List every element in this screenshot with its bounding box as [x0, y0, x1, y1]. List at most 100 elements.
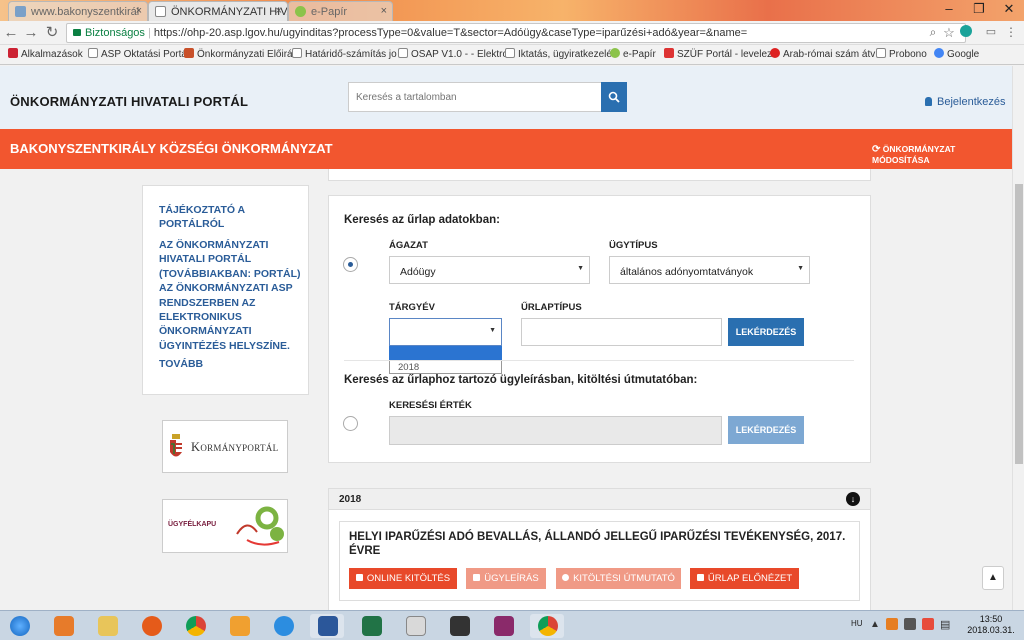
arrow-down-circle-icon[interactable]: ↓	[846, 492, 860, 506]
info-panel: TÁJÉKOZTATÓ A PORTÁLRÓL AZ ÖNKORMÁNYZATI…	[142, 185, 309, 395]
bookmark-item[interactable]: Önkormányzati Előirá	[184, 48, 293, 60]
close-window-icon[interactable]: ✕	[994, 0, 1024, 20]
top-panel-edge	[328, 169, 871, 181]
profile-icon[interactable]	[957, 24, 975, 41]
clock-date: 2018.03.31.	[967, 625, 1015, 635]
star-icon[interactable]: ☆	[940, 24, 958, 41]
kormanyportal-logo-link[interactable]: Kormányportál	[162, 420, 288, 473]
taskbar-app[interactable]	[442, 614, 476, 638]
outlook-icon	[230, 616, 250, 636]
url-input[interactable]: Biztonságos | https://ohp-20.asp.lgov.hu…	[66, 23, 966, 43]
online-fill-button[interactable]: ONLINE KITÖLTÉS	[349, 568, 457, 589]
taskbar-chrome-active[interactable]	[530, 614, 564, 638]
start-button[interactable]	[6, 614, 34, 638]
keresesi-ertek-input[interactable]	[389, 416, 722, 445]
internet-explorer-icon	[274, 616, 294, 636]
page-title[interactable]: ÖNKORMÁNYZATI HIVATALI PORTÁL	[10, 94, 248, 109]
leaf-icon	[295, 6, 306, 17]
system-clock[interactable]: 13:50 2018.03.31.	[962, 614, 1020, 636]
ugytipus-value: általános adónyomtatványok	[620, 266, 754, 278]
show-hidden-icons-icon[interactable]: ▲	[870, 619, 880, 630]
search-icon	[608, 91, 620, 103]
taskbar-explorer[interactable]	[90, 614, 124, 638]
kormanyportal-text: Kormányportál	[191, 440, 279, 454]
browser-tab[interactable]: e-Papír ×	[288, 1, 393, 21]
ugyfelkapu-logo-link[interactable]: ÜGYFÉLKAPU	[162, 499, 288, 553]
bookmark-item[interactable]: OSAP V1.0 - - Elektro	[398, 48, 508, 60]
language-indicator[interactable]: HU	[851, 619, 863, 628]
scrollbar-thumb[interactable]	[1015, 184, 1023, 464]
close-tab-icon[interactable]: ×	[381, 5, 387, 17]
desc-search-radio[interactable]	[343, 416, 358, 431]
scroll-to-top-button[interactable]: ▲	[982, 566, 1004, 590]
menu-icon[interactable]: ⋮	[1002, 24, 1020, 41]
pdf-icon	[696, 574, 704, 581]
minimize-icon[interactable]: –	[934, 0, 964, 20]
page-icon	[876, 48, 886, 58]
targyev-option-empty[interactable]	[389, 346, 502, 360]
site-icon	[184, 48, 194, 58]
info-text[interactable]: AZ ÖNKORMÁNYZATI HIVATALI PORTÁL (TOVÁBB…	[159, 238, 304, 353]
case-description-button[interactable]: ÜGYLEÍRÁS	[466, 568, 546, 589]
page-icon	[398, 48, 408, 58]
maximize-icon[interactable]: ❐	[964, 0, 994, 20]
change-municipality-button[interactable]: ⟳ ÖNKORMÁNYZAT MÓDOSÍTÁSA	[872, 144, 1012, 165]
fill-guide-button[interactable]: KITÖLTÉSI ÚTMUTATÓ	[556, 568, 681, 589]
municipality-name: BAKONYSZENTKIRÁLY KÖZSÉGI ÖNKORMÁNYZAT	[10, 141, 333, 156]
reload-icon[interactable]: ↻	[43, 24, 61, 41]
page-scrollbar[interactable]	[1012, 66, 1024, 610]
search-button[interactable]	[601, 82, 627, 112]
taskbar-outlook[interactable]	[222, 614, 256, 638]
more-link[interactable]: TOVÁBB	[159, 358, 203, 370]
browser-tab[interactable]: www.bakonyszentkirál ×	[8, 1, 148, 21]
taskbar-winrar[interactable]	[486, 614, 520, 638]
form-preview-button[interactable]: ŰRLAP ELŐNÉZET	[690, 568, 799, 589]
back-icon[interactable]: ←	[2, 24, 20, 41]
taskbar-chrome[interactable]	[178, 614, 212, 638]
year-group-header[interactable]: 2018 ↓	[328, 488, 871, 510]
bookmark-item[interactable]: ASP Oktatási Portál	[88, 48, 189, 60]
close-tab-icon[interactable]: ×	[136, 5, 142, 17]
tray-app-icon[interactable]	[904, 618, 916, 630]
form-query-button[interactable]: LEKÉRDEZÉS	[728, 318, 804, 346]
taskbar-excel[interactable]	[354, 614, 388, 638]
bookmark-item[interactable]: SZÜF Portál - levelez	[664, 48, 772, 60]
taskbar-media-player[interactable]	[46, 614, 80, 638]
keresesi-ertek-label: KERESÉSI ÉRTÉK	[389, 400, 472, 411]
form-search-heading: Keresés az űrlap adatokban:	[344, 214, 500, 226]
login-link[interactable]: Bejelentkezés	[925, 96, 1006, 108]
user-icon	[925, 97, 932, 106]
bookmark-item[interactable]: Iktatás, ügyiratkezelé	[505, 48, 612, 60]
tray-app-icon[interactable]	[886, 618, 898, 630]
bookmark-item[interactable]: Arab-római szám átv	[770, 48, 875, 60]
bookmark-apps[interactable]: Alkalmazások	[8, 48, 83, 60]
form-search-radio[interactable]	[343, 257, 358, 272]
search-input[interactable]	[348, 82, 602, 112]
google-icon	[934, 48, 944, 58]
targyev-select[interactable]: ▼	[389, 318, 502, 346]
ugytipus-select[interactable]: általános adónyomtatványok ▼	[609, 256, 810, 284]
bookmark-item[interactable]: Probono	[876, 48, 927, 60]
excel-icon	[362, 616, 382, 636]
urlaptipus-input[interactable]	[521, 318, 722, 346]
taskbar-firefox[interactable]	[134, 614, 168, 638]
agazat-select[interactable]: Adóügy ▼	[389, 256, 590, 284]
taskbar-calculator[interactable]	[398, 614, 432, 638]
info-title[interactable]: TÁJÉKOZTATÓ A PORTÁLRÓL	[159, 203, 299, 231]
bookmark-item[interactable]: Határidő-számítás jo	[292, 48, 397, 60]
close-tab-icon[interactable]: ×	[276, 5, 282, 17]
taskbar-ie[interactable]	[266, 614, 300, 638]
targyev-option-2018[interactable]: 2018	[389, 360, 502, 374]
taskbar-word[interactable]	[310, 614, 344, 638]
cast-icon[interactable]: ▭	[982, 24, 1000, 41]
tray-app-icon[interactable]	[922, 618, 934, 630]
security-label: Biztonságos	[85, 27, 145, 39]
forward-icon[interactable]: →	[22, 24, 40, 41]
page-icon	[292, 48, 302, 58]
site-icon	[664, 48, 674, 58]
bookmark-item[interactable]: Google	[934, 48, 979, 60]
browser-tab-active[interactable]: ÖNKORMÁNYZATI HIVA ×	[148, 1, 288, 21]
desc-query-button[interactable]: LEKÉRDEZÉS	[728, 416, 804, 444]
bookmark-item[interactable]: e-Papír	[610, 48, 656, 60]
network-icon[interactable]: ▤	[940, 618, 950, 631]
